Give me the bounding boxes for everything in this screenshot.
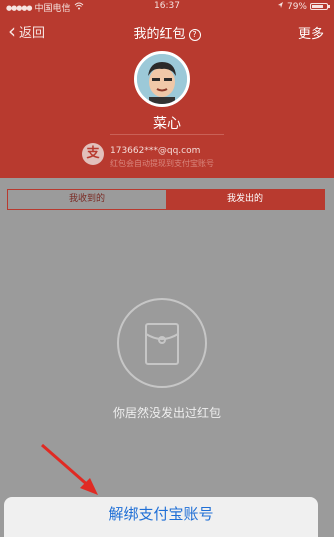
- battery-icon: [310, 3, 330, 10]
- nav-bar: ‹ 返回 我的红包? 更多: [0, 13, 334, 49]
- username: 菜心: [153, 116, 181, 132]
- tab-sent[interactable]: 我发出的: [166, 190, 324, 209]
- battery-percent: 79%: [286, 1, 307, 12]
- unbind-alipay-button[interactable]: 解绑支付宝账号: [4, 503, 318, 524]
- location-icon: [277, 1, 284, 12]
- alipay-icon: 支: [82, 143, 104, 165]
- action-sheet: 解绑支付宝账号: [4, 497, 318, 537]
- more-button[interactable]: 更多: [298, 23, 324, 42]
- status-bar: ●●●●● 中国电信 16:37 79%: [0, 0, 334, 14]
- tab-bar: 我收到的 我发出的: [7, 189, 325, 210]
- avatar[interactable]: [134, 51, 190, 107]
- divider: [110, 134, 224, 135]
- page-title-text: 我的红包: [133, 27, 186, 42]
- avatar-face-icon: [137, 54, 187, 104]
- page-title: 我的红包?: [0, 23, 334, 42]
- account-email: 173662***@qq.com: [110, 146, 201, 156]
- red-envelope-icon: [145, 323, 179, 365]
- status-right: 79%: [277, 1, 330, 12]
- empty-state-message: 你居然没发出过红包: [112, 406, 221, 420]
- empty-state-circle: [117, 298, 207, 388]
- withdraw-hint: 红包会自动提现到支付宝账号: [110, 159, 214, 168]
- tab-received[interactable]: 我收到的: [8, 190, 166, 209]
- help-icon[interactable]: ?: [188, 29, 201, 41]
- profile-header: ‹ 返回 我的红包? 更多 菜心 支 173662***@qq.com 红包会自…: [0, 13, 334, 178]
